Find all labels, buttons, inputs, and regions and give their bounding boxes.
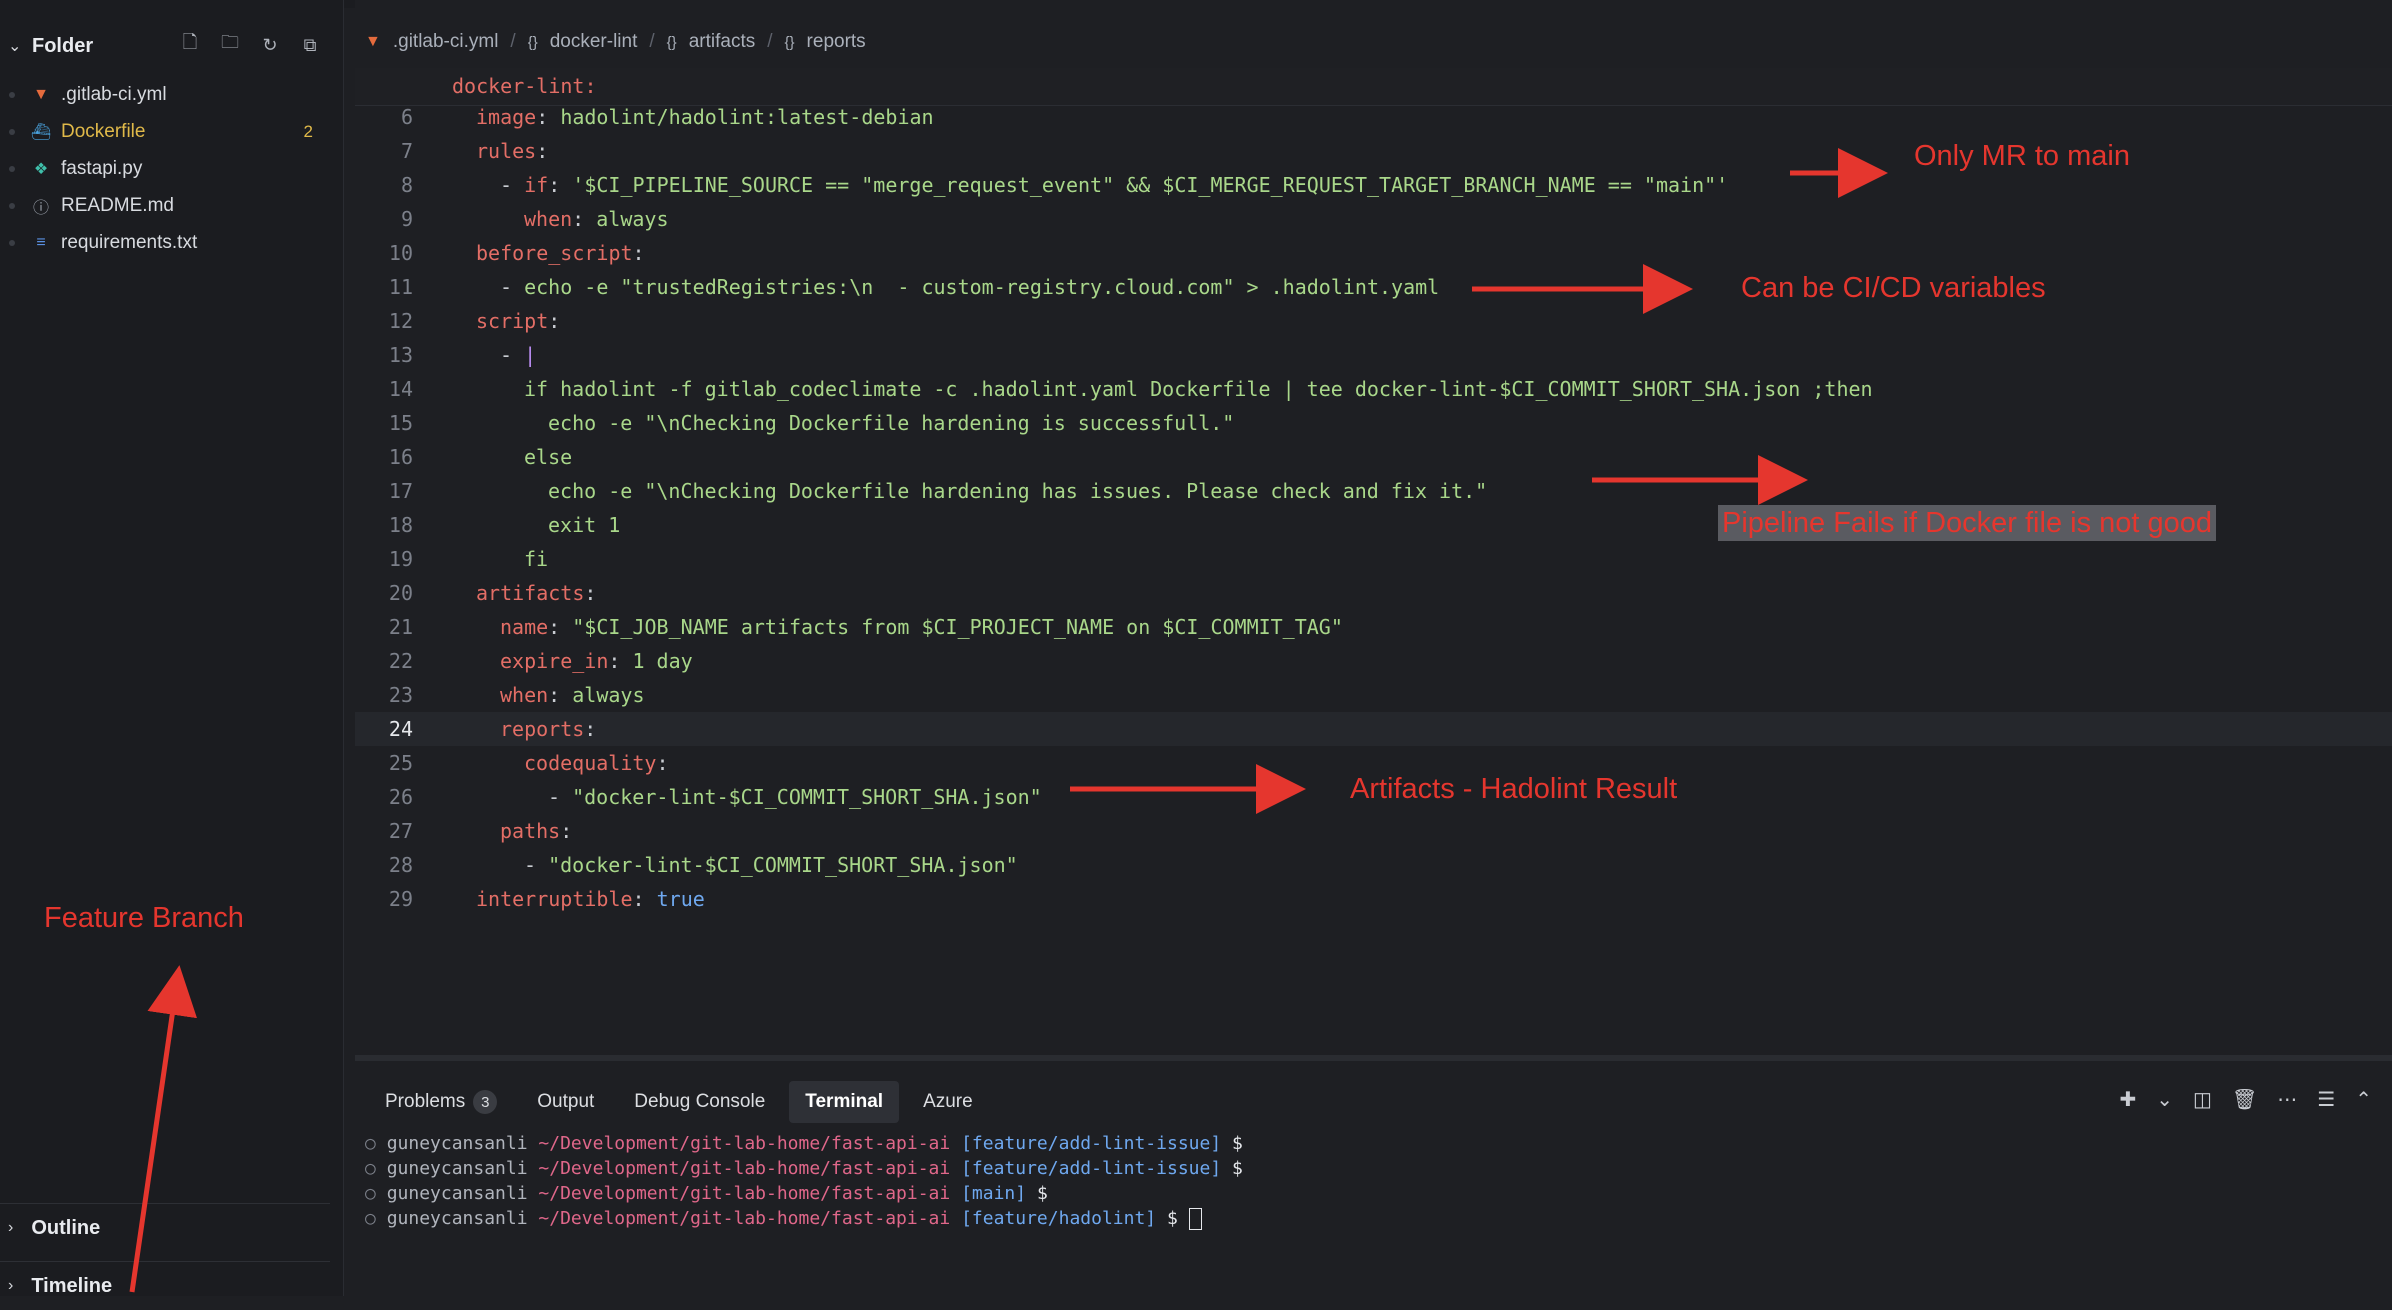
circle-icon: ○: [365, 1133, 387, 1154]
panel-actions: ✚ ⌄ ◫ 🗑 ⋯ ☰ ⌃: [2119, 1087, 2372, 1112]
annotation-feature-branch: Feature Branch: [44, 902, 244, 934]
terminal-cursor: [1188, 1208, 1202, 1230]
chevron-up-icon[interactable]: ⌃: [2355, 1087, 2372, 1112]
circle-icon: ○: [365, 1208, 387, 1229]
tab-label: Terminal: [805, 1091, 884, 1112]
term-path: ~/Development/git-lab-home/fast-api-ai: [538, 1133, 951, 1154]
problems-count-badge: 3: [473, 1090, 498, 1114]
circle-icon: ○: [365, 1158, 387, 1179]
term-prompt: $: [1232, 1158, 1243, 1179]
panel-tabs: Problems 3 Output Debug Console Terminal…: [369, 1081, 989, 1123]
split-terminal-icon[interactable]: ◫: [2193, 1087, 2212, 1112]
terminal-output[interactable]: ○ guneycansanli ~/Development/git-lab-ho…: [365, 1133, 1243, 1233]
tab-label: Problems: [385, 1091, 466, 1112]
more-icon[interactable]: ⋯: [2277, 1087, 2297, 1112]
tab-label: Output: [537, 1091, 595, 1112]
term-prompt: $: [1232, 1133, 1243, 1154]
tab-label: Azure: [923, 1091, 973, 1112]
terminal-line: ○ guneycansanli ~/Development/git-lab-ho…: [365, 1133, 1243, 1158]
tab-label: Debug Console: [634, 1091, 766, 1112]
terminal-line: ○ guneycansanli ~/Development/git-lab-ho…: [365, 1208, 1243, 1233]
annotation-mr-main: Only MR to main: [1914, 140, 2130, 172]
tab-output[interactable]: Output: [521, 1081, 610, 1123]
tab-azure[interactable]: Azure: [907, 1081, 989, 1123]
terminal-line: ○ guneycansanli ~/Development/git-lab-ho…: [365, 1158, 1243, 1183]
term-prompt: $: [1036, 1183, 1048, 1204]
bottom-panel: Problems 3 Output Debug Console Terminal…: [355, 1055, 2392, 1302]
tab-terminal[interactable]: Terminal: [789, 1081, 900, 1123]
annotation-artifacts: Artifacts - Hadolint Result: [1350, 773, 1678, 805]
term-branch: [feature/hadolint]: [961, 1208, 1157, 1229]
term-user: guneycansanli: [386, 1158, 528, 1179]
term-path: ~/Development/git-lab-home/fast-api-ai: [538, 1158, 951, 1179]
tab-problems[interactable]: Problems 3: [369, 1081, 513, 1123]
annotation-pipeline-fails: Pipeline Fails if Docker file is not goo…: [1718, 505, 2217, 541]
annotation-cicd-vars: Can be CI/CD variables: [1741, 272, 2046, 304]
arrow-feature-branch: [129, 965, 197, 1293]
term-user: guneycansanli: [386, 1208, 528, 1229]
term-user: guneycansanli: [386, 1133, 528, 1154]
term-path: ~/Development/git-lab-home/fast-api-ai: [538, 1183, 951, 1204]
term-branch: [feature/add-lint-issue]: [961, 1133, 1222, 1154]
term-branch: [feature/add-lint-issue]: [961, 1158, 1222, 1179]
terminal-line: ○ guneycansanli ~/Development/git-lab-ho…: [365, 1183, 1243, 1208]
chevron-down-icon[interactable]: ⌄: [2156, 1087, 2173, 1112]
tab-debug-console[interactable]: Debug Console: [618, 1081, 781, 1123]
trash-icon[interactable]: 🗑: [2232, 1087, 2257, 1112]
plus-icon[interactable]: ✚: [2119, 1087, 2136, 1112]
term-user: guneycansanli: [386, 1183, 528, 1204]
circle-icon: ○: [365, 1183, 387, 1204]
settings-sliders-icon[interactable]: ☰: [2317, 1087, 2335, 1112]
term-branch: [main]: [961, 1183, 1027, 1204]
term-prompt: $: [1167, 1208, 1178, 1229]
term-path: ~/Development/git-lab-home/fast-api-ai: [538, 1208, 951, 1229]
